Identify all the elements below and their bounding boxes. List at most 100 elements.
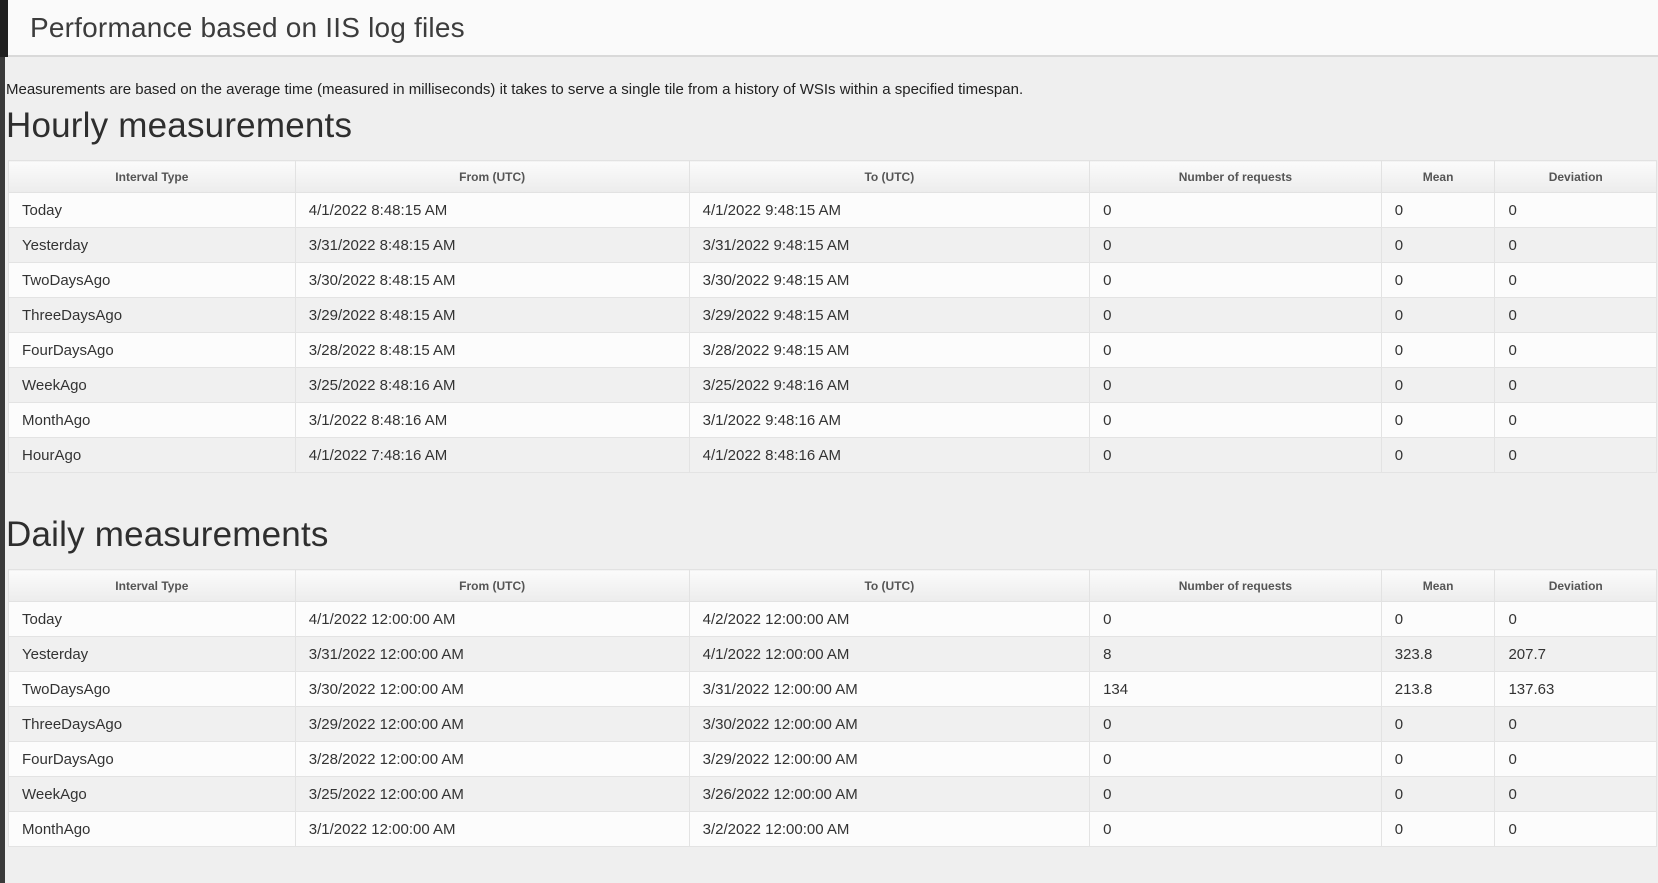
column-header: Mean: [1381, 161, 1495, 193]
table-cell: Yesterday: [9, 228, 296, 263]
column-header: Interval Type: [9, 161, 296, 193]
table-cell: 0: [1090, 742, 1382, 777]
table-cell: 3/2/2022 12:00:00 AM: [689, 812, 1089, 847]
table-cell: 0: [1495, 777, 1657, 812]
table-cell: 4/1/2022 8:48:16 AM: [689, 438, 1089, 473]
table-row: WeekAgo3/25/2022 12:00:00 AM3/26/2022 12…: [9, 777, 1657, 812]
column-header: Deviation: [1495, 161, 1657, 193]
table-cell: 3/29/2022 12:00:00 AM: [689, 742, 1089, 777]
table-cell: 323.8: [1381, 637, 1495, 672]
table-row: Today4/1/2022 8:48:15 AM4/1/2022 9:48:15…: [9, 193, 1657, 228]
table-cell: 0: [1090, 602, 1382, 637]
table-cell: 3/31/2022 12:00:00 AM: [689, 672, 1089, 707]
table-row: TwoDaysAgo3/30/2022 12:00:00 AM3/31/2022…: [9, 672, 1657, 707]
table-row: MonthAgo3/1/2022 12:00:00 AM3/2/2022 12:…: [9, 812, 1657, 847]
table-cell: FourDaysAgo: [9, 333, 296, 368]
table-cell: 0: [1495, 742, 1657, 777]
column-header: To (UTC): [689, 570, 1089, 602]
table-cell: 0: [1090, 438, 1382, 473]
table-cell: 3/31/2022 8:48:15 AM: [295, 228, 689, 263]
table-row: ThreeDaysAgo3/29/2022 12:00:00 AM3/30/20…: [9, 707, 1657, 742]
table-cell: 3/29/2022 12:00:00 AM: [295, 707, 689, 742]
table-cell: 213.8: [1381, 672, 1495, 707]
column-header: Number of requests: [1090, 570, 1382, 602]
table-cell: 4/1/2022 8:48:15 AM: [295, 193, 689, 228]
column-header: From (UTC): [295, 570, 689, 602]
table-cell: 0: [1495, 602, 1657, 637]
table-cell: 3/25/2022 8:48:16 AM: [295, 368, 689, 403]
table-cell: MonthAgo: [9, 812, 296, 847]
table-cell: 0: [1381, 742, 1495, 777]
table-cell: 0: [1381, 333, 1495, 368]
table-cell: 4/1/2022 12:00:00 AM: [689, 637, 1089, 672]
table-cell: 3/1/2022 9:48:16 AM: [689, 403, 1089, 438]
table-cell: 0: [1090, 812, 1382, 847]
table-cell: 0: [1495, 438, 1657, 473]
table-cell: 0: [1495, 263, 1657, 298]
table-cell: 0: [1381, 602, 1495, 637]
table-cell: ThreeDaysAgo: [9, 298, 296, 333]
table-cell: 0: [1090, 368, 1382, 403]
hourly-section-heading: Hourly measurements: [6, 106, 1655, 146]
table-cell: 0: [1495, 333, 1657, 368]
table-cell: 207.7: [1495, 637, 1657, 672]
table-cell: 3/1/2022 8:48:16 AM: [295, 403, 689, 438]
table-row: ThreeDaysAgo3/29/2022 8:48:15 AM3/29/202…: [9, 298, 1657, 333]
table-cell: 0: [1381, 812, 1495, 847]
table-header-row: Interval TypeFrom (UTC)To (UTC)Number of…: [9, 161, 1657, 193]
table-row: FourDaysAgo3/28/2022 12:00:00 AM3/29/202…: [9, 742, 1657, 777]
table-cell: 0: [1495, 298, 1657, 333]
table-row: MonthAgo3/1/2022 8:48:16 AM3/1/2022 9:48…: [9, 403, 1657, 438]
table-cell: 3/28/2022 9:48:15 AM: [689, 333, 1089, 368]
page-description: Measurements are based on the average ti…: [6, 81, 1655, 98]
daily-measurements-table: Interval TypeFrom (UTC)To (UTC)Number of…: [8, 569, 1657, 847]
table-cell: 4/1/2022 12:00:00 AM: [295, 602, 689, 637]
table-cell: 0: [1495, 403, 1657, 438]
table-cell: 0: [1090, 298, 1382, 333]
table-cell: FourDaysAgo: [9, 742, 296, 777]
table-cell: 0: [1090, 333, 1382, 368]
table-cell: 0: [1090, 193, 1382, 228]
table-cell: ThreeDaysAgo: [9, 707, 296, 742]
table-row: Yesterday3/31/2022 8:48:15 AM3/31/2022 9…: [9, 228, 1657, 263]
column-header: Number of requests: [1090, 161, 1382, 193]
hourly-table-header: Interval TypeFrom (UTC)To (UTC)Number of…: [9, 161, 1657, 193]
column-header: To (UTC): [689, 161, 1089, 193]
table-cell: 0: [1495, 193, 1657, 228]
daily-table-body: Today4/1/2022 12:00:00 AM4/2/2022 12:00:…: [9, 602, 1657, 847]
table-cell: 0: [1495, 228, 1657, 263]
table-cell: 4/2/2022 12:00:00 AM: [689, 602, 1089, 637]
table-cell: Today: [9, 193, 296, 228]
table-cell: 134: [1090, 672, 1382, 707]
table-row: Yesterday3/31/2022 12:00:00 AM4/1/2022 1…: [9, 637, 1657, 672]
table-cell: 3/1/2022 12:00:00 AM: [295, 812, 689, 847]
main-content: Measurements are based on the average ti…: [0, 81, 1658, 847]
table-row: FourDaysAgo3/28/2022 8:48:15 AM3/28/2022…: [9, 333, 1657, 368]
table-cell: 0: [1090, 707, 1382, 742]
table-cell: 3/25/2022 12:00:00 AM: [295, 777, 689, 812]
table-cell: 8: [1090, 637, 1382, 672]
table-cell: 0: [1381, 438, 1495, 473]
table-row: HourAgo4/1/2022 7:48:16 AM4/1/2022 8:48:…: [9, 438, 1657, 473]
table-cell: 3/31/2022 12:00:00 AM: [295, 637, 689, 672]
table-cell: 3/28/2022 8:48:15 AM: [295, 333, 689, 368]
table-cell: 3/30/2022 9:48:15 AM: [689, 263, 1089, 298]
table-cell: 0: [1090, 403, 1382, 438]
table-cell: WeekAgo: [9, 777, 296, 812]
table-cell: 0: [1381, 228, 1495, 263]
table-cell: 0: [1495, 707, 1657, 742]
table-cell: 3/29/2022 8:48:15 AM: [295, 298, 689, 333]
daily-table-header: Interval TypeFrom (UTC)To (UTC)Number of…: [9, 570, 1657, 602]
table-cell: 3/30/2022 12:00:00 AM: [295, 672, 689, 707]
table-cell: 3/30/2022 8:48:15 AM: [295, 263, 689, 298]
column-header: From (UTC): [295, 161, 689, 193]
table-header-row: Interval TypeFrom (UTC)To (UTC)Number of…: [9, 570, 1657, 602]
table-cell: 0: [1381, 707, 1495, 742]
page-header: Performance based on IIS log files: [0, 0, 1658, 57]
table-cell: WeekAgo: [9, 368, 296, 403]
table-cell: 3/30/2022 12:00:00 AM: [689, 707, 1089, 742]
daily-section-heading: Daily measurements: [6, 515, 1655, 555]
table-cell: 3/28/2022 12:00:00 AM: [295, 742, 689, 777]
table-cell: 0: [1090, 777, 1382, 812]
table-cell: 0: [1381, 403, 1495, 438]
